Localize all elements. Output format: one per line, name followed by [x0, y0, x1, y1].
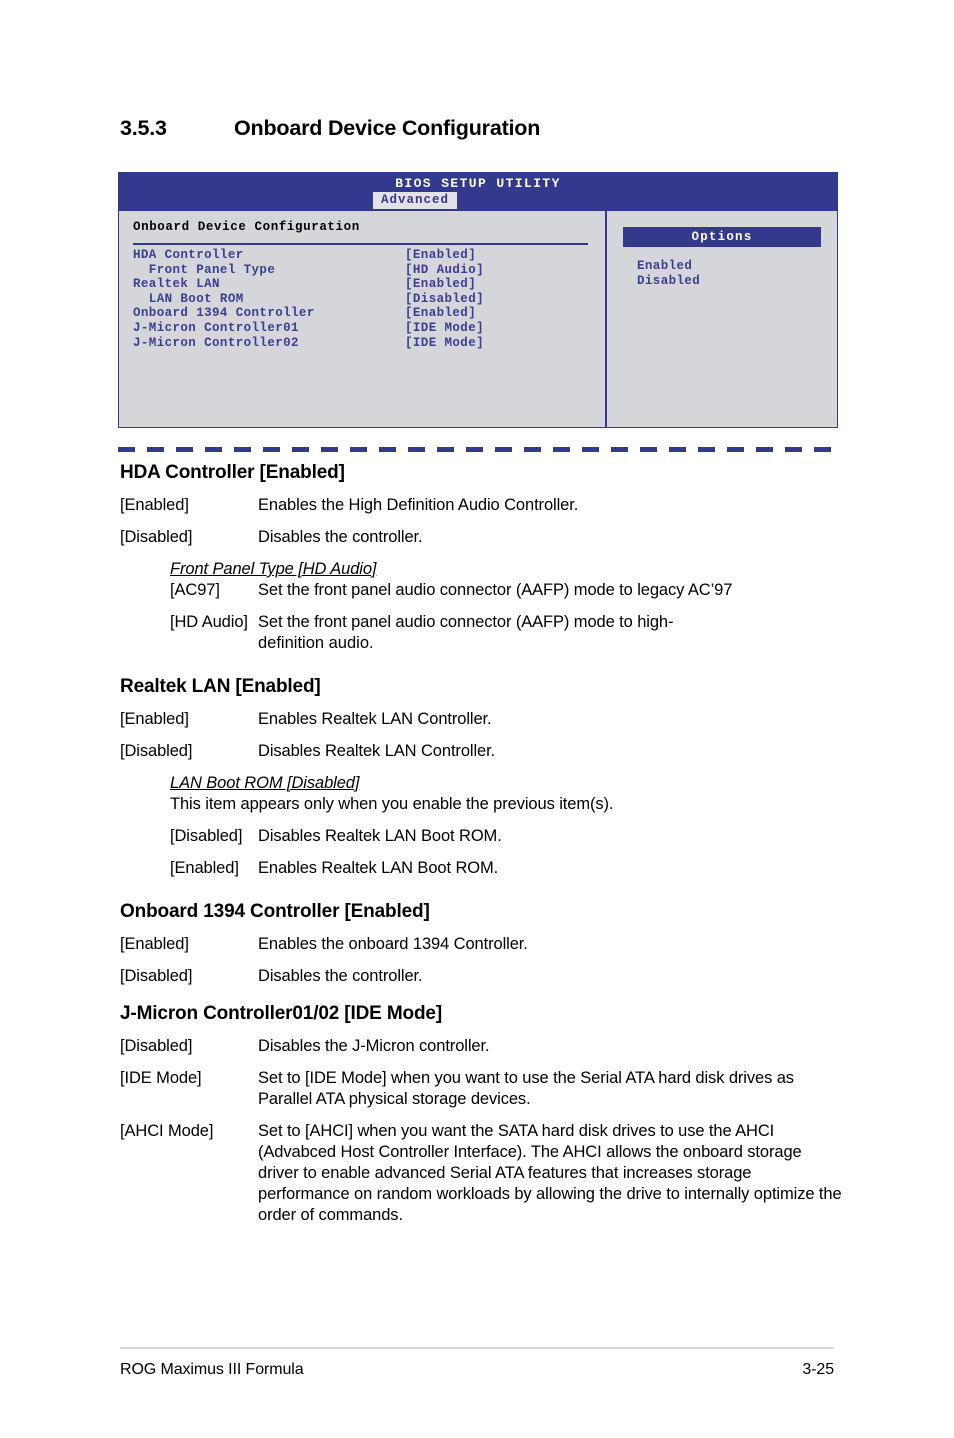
term: [Disabled]	[170, 827, 243, 845]
def-jmicron-disabled: [Disabled] Disables the J-Micron control…	[0, 1036, 954, 1057]
value: [HD Audio]	[405, 262, 485, 277]
def-lan-boot-rom-disabled: [Disabled] Disables Realtek LAN Boot ROM…	[0, 826, 954, 847]
def-jmicron-ide-mode: [IDE Mode] Set to [IDE Mode] when you wa…	[0, 1068, 954, 1110]
label: J-Micron Controller01	[133, 320, 299, 335]
bios-vertical-divider	[605, 211, 607, 427]
tab-advanced[interactable]: Advanced	[373, 192, 458, 209]
def-front-panel-hdaudio: [HD Audio] Set the front panel audio con…	[0, 612, 954, 633]
bios-menu-list: HDA Controller [Enabled] Front Panel Typ…	[133, 248, 605, 350]
description: Enables the onboard 1394 Controller.	[258, 935, 528, 953]
def-realtek-enabled: [Enabled] Enables Realtek LAN Controller…	[0, 709, 954, 730]
description: Disables Realtek LAN Controller.	[258, 742, 496, 760]
def-1394-enabled: [Enabled] Enables the onboard 1394 Contr…	[0, 934, 954, 955]
value: [IDE Mode]	[405, 320, 485, 335]
term: [Enabled]	[120, 710, 189, 728]
section-title: Onboard Device Configuration	[234, 116, 541, 140]
term: [IDE Mode]	[120, 1069, 202, 1087]
footer-divider	[120, 1347, 834, 1349]
option-enabled[interactable]: Enabled	[637, 259, 700, 274]
term: [Disabled]	[120, 967, 193, 985]
body-content: HDA Controller [Enabled] [Enabled] Enabl…	[0, 462, 954, 1226]
bios-bottom-dashed-border	[118, 447, 838, 452]
term: [Disabled]	[120, 742, 193, 760]
term: [Disabled]	[120, 528, 193, 546]
subheading-lan-boot-rom: LAN Boot ROM [Disabled]	[0, 773, 954, 794]
label: Realtek LAN	[133, 277, 220, 292]
subheading-front-panel-type: Front Panel Type [HD Audio]	[0, 559, 954, 580]
term: [AHCI Mode]	[120, 1122, 214, 1140]
description: Enables the High Definition Audio Contro…	[258, 496, 579, 514]
value: [Enabled]	[405, 248, 477, 262]
description: Set to [AHCI] when you want the SATA har…	[258, 1122, 842, 1224]
description: Set the front panel audio connector (AAF…	[258, 613, 674, 631]
heading-onboard-1394-controller: Onboard 1394 Controller [Enabled]	[120, 901, 430, 922]
value: [IDE Mode]	[405, 335, 485, 350]
description: Enables Realtek LAN Controller.	[258, 710, 492, 728]
heading-jmicron-controller: J-Micron Controller01/02 [IDE Mode]	[120, 1003, 443, 1024]
term: [HD Audio]	[170, 613, 248, 631]
def-lan-boot-rom-enabled: [Enabled] Enables Realtek LAN Boot ROM.	[0, 858, 954, 879]
page-title: 3.5.3 Onboard Device Configuration	[120, 116, 540, 141]
bios-menu-item-jmicron-controller02[interactable]: J-Micron Controller02 [IDE Mode]	[133, 336, 605, 351]
subheading-text: Front Panel Type [HD Audio]	[170, 560, 377, 578]
def-jmicron-ahci-mode: [AHCI Mode] Set to [AHCI] when you want …	[0, 1121, 954, 1226]
options-list: Enabled Disabled	[637, 259, 700, 289]
value: [Disabled]	[405, 291, 485, 306]
label: Front Panel Type	[133, 262, 276, 277]
bios-setup-screenshot: BIOS SETUP UTILITY Advanced Onboard Devi…	[118, 172, 838, 457]
bios-options-pane: Options Enabled Disabled	[605, 210, 838, 428]
bios-menu-item-onboard-1394-controller[interactable]: Onboard 1394 Controller [Enabled]	[133, 306, 605, 321]
bios-body: Onboard Device Configuration HDA Control…	[118, 210, 838, 428]
options-header: Options	[623, 227, 821, 247]
description: Disables the J-Micron controller.	[258, 1037, 490, 1055]
term: [Disabled]	[120, 1037, 193, 1055]
bios-settings-pane: Onboard Device Configuration HDA Control…	[118, 210, 605, 428]
bios-header: BIOS SETUP UTILITY Advanced	[118, 172, 838, 210]
label: Onboard 1394 Controller	[133, 306, 315, 321]
term: [Enabled]	[120, 496, 189, 514]
bios-pane-divider	[133, 243, 588, 245]
def-hda-disabled: [Disabled] Disables the controller.	[0, 527, 954, 548]
heading-realtek-lan: Realtek LAN [Enabled]	[120, 676, 321, 697]
bios-pane-title: Onboard Device Configuration	[133, 220, 360, 234]
bios-utility-title: BIOS SETUP UTILITY	[395, 176, 561, 191]
def-front-panel-ac97: [AC97] Set the front panel audio connect…	[0, 580, 954, 601]
subheading-text: LAN Boot ROM [Disabled]	[170, 774, 360, 792]
bios-menu-item-lan-boot-rom[interactable]: LAN Boot ROM [Disabled]	[133, 292, 605, 307]
description: Set to [IDE Mode] when you want to use t…	[258, 1069, 794, 1108]
bios-menu-item-hda-controller[interactable]: HDA Controller [Enabled]	[133, 248, 605, 263]
def-realtek-disabled: [Disabled] Disables Realtek LAN Controll…	[0, 741, 954, 762]
heading-hda-controller: HDA Controller [Enabled]	[120, 462, 345, 483]
term: [Enabled]	[170, 859, 239, 877]
value: [Enabled]	[405, 277, 477, 292]
note-lan-boot-rom: This item appears only when you enable t…	[170, 795, 614, 813]
description: Disables the controller.	[258, 967, 423, 985]
description: Disables Realtek LAN Boot ROM.	[258, 827, 502, 845]
def-hda-enabled: [Enabled] Enables the High Definition Au…	[0, 495, 954, 516]
section-number: 3.5.3	[120, 116, 167, 140]
label: HDA Controller	[133, 248, 244, 262]
footer-page-number: 3-25	[802, 1361, 834, 1378]
def-1394-disabled: [Disabled] Disables the controller.	[0, 966, 954, 987]
description: Disables the controller.	[258, 528, 423, 546]
term: [Enabled]	[120, 935, 189, 953]
option-disabled[interactable]: Disabled	[637, 274, 700, 289]
label: J-Micron Controller02	[133, 335, 299, 350]
bios-menu-item-realtek-lan[interactable]: Realtek LAN [Enabled]	[133, 277, 605, 292]
term: [AC97]	[170, 581, 220, 599]
bios-menu-item-front-panel-type[interactable]: Front Panel Type [HD Audio]	[133, 263, 605, 278]
description: Set the front panel audio connector (AAF…	[258, 581, 733, 599]
value: [Enabled]	[405, 306, 477, 321]
def-front-panel-hdaudio-continuation: definition audio.	[258, 634, 374, 652]
label: LAN Boot ROM	[133, 291, 244, 306]
bios-menu-item-jmicron-controller01[interactable]: J-Micron Controller01 [IDE Mode]	[133, 321, 605, 336]
description: Enables Realtek LAN Boot ROM.	[258, 859, 499, 877]
